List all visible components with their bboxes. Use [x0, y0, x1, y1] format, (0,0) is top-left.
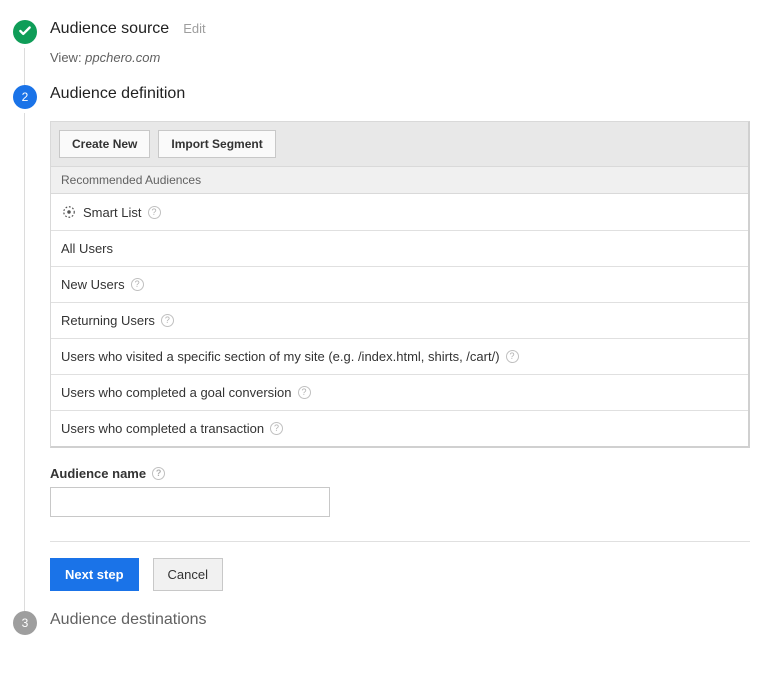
help-icon[interactable]: ? — [298, 386, 311, 399]
audience-item-returning-users[interactable]: Returning Users ? — [51, 303, 748, 339]
recommended-audiences-header: Recommended Audiences — [51, 167, 748, 194]
step-number-badge: 2 — [13, 85, 37, 109]
audience-name-input[interactable] — [50, 487, 330, 517]
audience-name-label: Audience name ? — [50, 466, 750, 481]
audience-item-goal-conversion[interactable]: Users who completed a goal conversion ? — [51, 375, 748, 411]
audience-item-specific-section[interactable]: Users who visited a specific section of … — [51, 339, 748, 375]
action-row: Next step Cancel — [50, 558, 750, 591]
next-step-button[interactable]: Next step — [50, 558, 139, 591]
help-icon[interactable]: ? — [270, 422, 283, 435]
audience-item-label: New Users — [61, 277, 125, 292]
step-title: Audience source — [50, 20, 169, 38]
audience-item-smart-list[interactable]: Smart List ? — [51, 194, 748, 231]
step-number-badge: 3 — [13, 611, 37, 635]
step-title: Audience definition — [50, 85, 185, 103]
audience-item-label: Users who completed a transaction — [61, 421, 264, 436]
audience-name-field-row: Audience name ? — [50, 466, 750, 517]
audience-item-label: Users who completed a goal conversion — [61, 385, 292, 400]
audience-name-label-text: Audience name — [50, 466, 146, 481]
create-new-button[interactable]: Create New — [59, 130, 150, 158]
audience-item-label: All Users — [61, 241, 113, 256]
panel-toolbar: Create New Import Segment — [51, 122, 748, 167]
step-audience-definition: 2 Audience definition Create New Import … — [10, 85, 750, 611]
smart-list-icon — [61, 204, 77, 220]
audience-definition-panel: Create New Import Segment Recommended Au… — [50, 121, 750, 448]
help-icon[interactable]: ? — [148, 206, 161, 219]
step-audience-destinations: 3 Audience destinations — [10, 611, 750, 655]
cancel-button[interactable]: Cancel — [153, 558, 223, 591]
help-icon[interactable]: ? — [152, 467, 165, 480]
help-icon[interactable]: ? — [161, 314, 174, 327]
audience-item-all-users[interactable]: All Users — [51, 231, 748, 267]
check-icon — [18, 24, 32, 41]
audience-item-transaction[interactable]: Users who completed a transaction ? — [51, 411, 748, 446]
step-complete-badge — [13, 20, 37, 44]
audience-item-new-users[interactable]: New Users ? — [51, 267, 748, 303]
help-icon[interactable]: ? — [131, 278, 144, 291]
view-label: View: — [50, 50, 85, 65]
help-icon[interactable]: ? — [506, 350, 519, 363]
audience-list: Smart List ? All Users New Users ? Retur… — [51, 194, 748, 446]
edit-link[interactable]: Edit — [183, 21, 205, 36]
view-value: ppchero.com — [85, 50, 160, 65]
divider — [50, 541, 750, 542]
step-audience-source: Audience source Edit View: ppchero.com — [10, 20, 750, 85]
audience-item-label: Users who visited a specific section of … — [61, 349, 500, 364]
import-segment-button[interactable]: Import Segment — [158, 130, 275, 158]
view-subtitle: View: ppchero.com — [50, 50, 750, 65]
audience-item-label: Smart List — [83, 205, 142, 220]
audience-item-label: Returning Users — [61, 313, 155, 328]
step-title: Audience destinations — [50, 611, 207, 629]
